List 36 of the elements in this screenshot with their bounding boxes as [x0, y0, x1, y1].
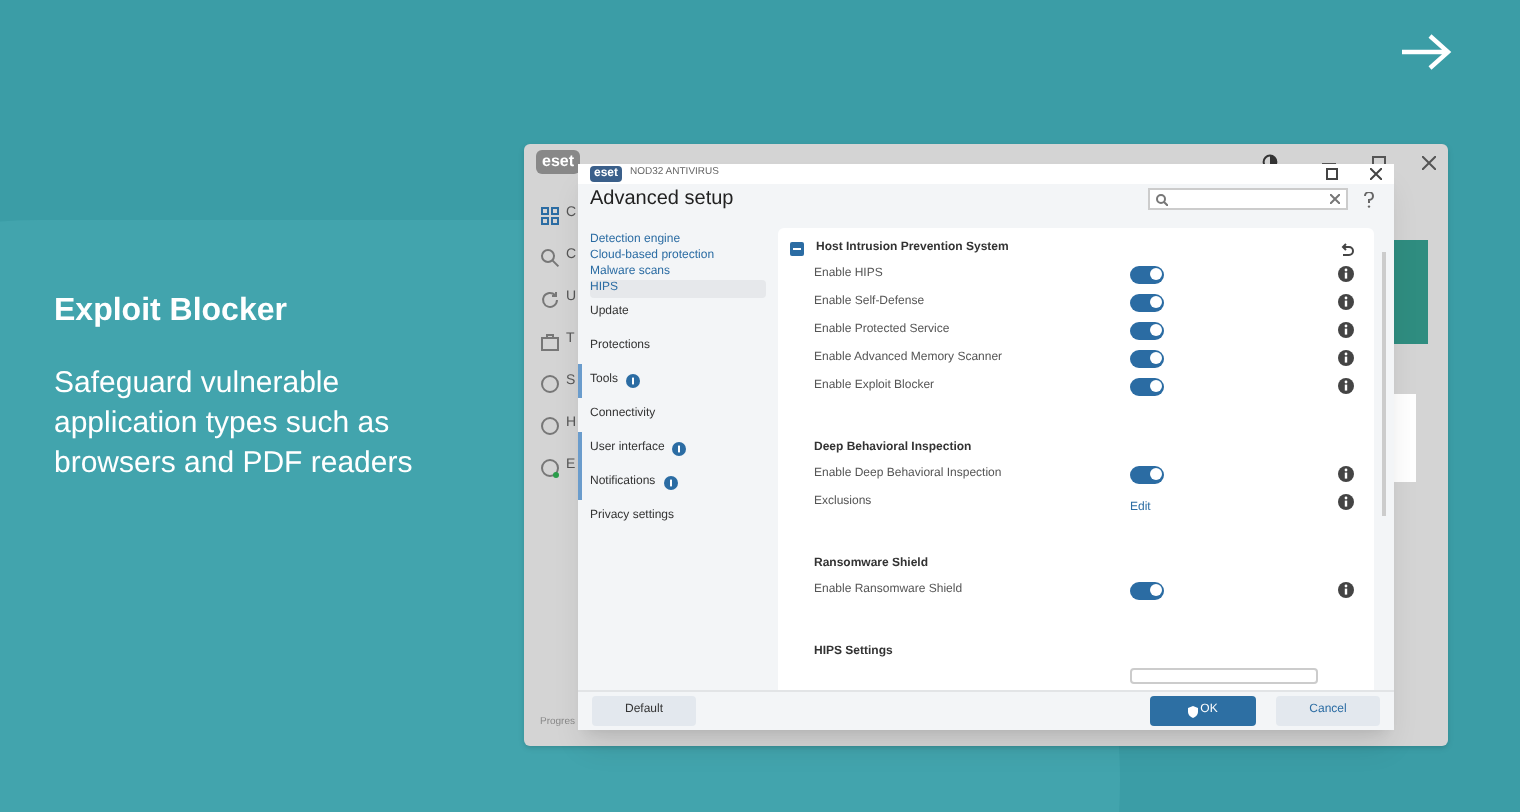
close-icon[interactable] [1422, 155, 1436, 169]
info-icon[interactable] [1338, 494, 1354, 511]
toggle-switch[interactable] [1130, 349, 1164, 368]
toggle-switch[interactable] [1130, 321, 1164, 340]
toggle-switch[interactable] [1130, 377, 1164, 396]
info-icon[interactable] [1338, 466, 1354, 483]
refresh-icon[interactable] [540, 289, 560, 309]
briefcase-icon[interactable] [540, 331, 560, 351]
slide-title: Exploit Blocker [54, 292, 289, 332]
info-icon[interactable] [1338, 294, 1354, 311]
status-banner [1392, 240, 1428, 344]
maximize-icon[interactable] [1326, 167, 1338, 180]
toggle-switch[interactable] [1130, 465, 1164, 484]
shield-icon [1188, 705, 1199, 718]
info-icon[interactable] [1338, 266, 1354, 283]
info-icon[interactable] [1338, 322, 1354, 339]
search-icon[interactable] [540, 247, 560, 267]
slide-description: Safeguard vulnerable application types such as browsers and PDF readers [54, 364, 415, 484]
logo: eset [536, 150, 581, 174]
dropdown-field[interactable] [1130, 668, 1318, 685]
toggle-switch[interactable] [1130, 293, 1164, 312]
clear-icon[interactable] [1330, 194, 1340, 205]
info-icon[interactable] [1338, 378, 1354, 395]
arrow-right-icon[interactable] [1398, 32, 1454, 72]
toggle-switch[interactable] [1130, 581, 1164, 600]
search-field[interactable] [1148, 188, 1348, 211]
grid-icon[interactable] [540, 205, 560, 225]
scrollbar[interactable] [1382, 252, 1386, 517]
dialog-title: Advanced setup [590, 186, 736, 215]
toggle-switch[interactable] [1130, 265, 1164, 284]
close-icon[interactable] [1370, 167, 1382, 180]
info-icon[interactable] [1338, 350, 1354, 367]
search-icon [1156, 193, 1168, 206]
info-icon[interactable] [1338, 582, 1354, 599]
collapse-icon[interactable] [790, 241, 804, 256]
undo-icon[interactable] [1340, 241, 1354, 256]
